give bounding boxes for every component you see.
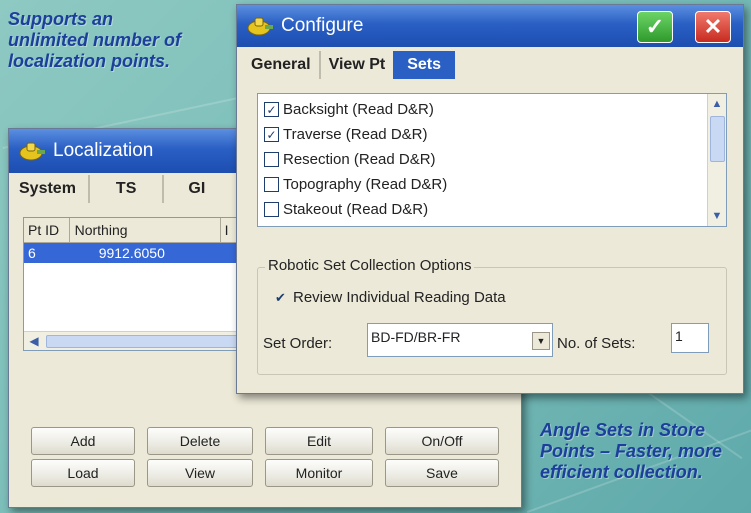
set-item-label: Resection (Read D&R) (283, 151, 436, 168)
save-button[interactable]: Save (385, 459, 499, 487)
load-button[interactable]: Load (31, 459, 135, 487)
sets-checklist[interactable]: ✓ Backsight (Read D&R) ✓ Traverse (Read … (257, 93, 727, 227)
checkbox-checked[interactable]: ✓ (264, 127, 279, 142)
localization-points-table[interactable]: Pt ID Northing I 6 9912.6050 ◀ (23, 217, 245, 351)
scroll-down-icon[interactable]: ▼ (709, 208, 725, 224)
set-item-topography[interactable]: Topography (Read D&R) (258, 172, 726, 197)
surveyor-app-icon (19, 142, 45, 161)
checkbox-unchecked[interactable] (264, 202, 279, 217)
surveyor-app-icon (247, 17, 273, 36)
tab-sets[interactable]: Sets (393, 51, 456, 79)
set-item-traverse[interactable]: ✓ Traverse (Read D&R) (258, 122, 726, 147)
caption-localization: Supports an unlimited number of localiza… (8, 9, 181, 72)
tab-gnss[interactable]: GI (164, 175, 213, 203)
scroll-left-icon[interactable]: ◀ (26, 333, 42, 349)
cell-northing: 9912.6050 (98, 245, 165, 261)
configure-tabs: General View Pt Sets (237, 49, 743, 79)
ok-button[interactable]: ✓ (637, 11, 673, 43)
horizontal-scrollbar[interactable]: ◀ (24, 331, 244, 350)
caption-line: Points – Faster, more (540, 441, 723, 461)
caption-line: Angle Sets in Store (540, 420, 706, 440)
window-title: Localization (53, 140, 154, 161)
checkbox-checked[interactable]: ✓ (264, 102, 279, 117)
column-header-pt-id[interactable]: Pt ID (24, 218, 70, 242)
set-item-stakeout[interactable]: Stakeout (Read D&R) (258, 197, 726, 222)
scroll-thumb[interactable] (46, 335, 238, 348)
checkbox-unchecked[interactable] (264, 152, 279, 167)
add-button[interactable]: Add (31, 427, 135, 455)
set-item-label: Topography (Read D&R) (283, 176, 448, 193)
configure-window: Configure ✓ ✕ General View Pt Sets ✓ Bac… (236, 4, 744, 394)
set-item-label: Backsight (Read D&R) (283, 101, 434, 118)
on-off-button[interactable]: On/Off (385, 427, 499, 455)
num-sets-label: No. of Sets: (557, 335, 636, 352)
checkbox-checked[interactable]: ✔ (275, 290, 293, 306)
close-button[interactable]: ✕ (695, 11, 731, 43)
close-icon: ✕ (703, 14, 723, 39)
caption-line: efficient collection. (540, 462, 703, 482)
vertical-scrollbar[interactable]: ▲ ▼ (707, 94, 726, 226)
set-order-select[interactable]: BD-FD/BR-FR ▼ (367, 323, 553, 357)
caption-line: localization points. (8, 51, 171, 71)
cell-pt-id: 6 (28, 245, 36, 261)
num-sets-input[interactable]: 1 (671, 323, 709, 353)
view-button[interactable]: View (147, 459, 253, 487)
robotic-options-group (257, 267, 727, 375)
set-order-label: Set Order: (263, 335, 333, 352)
tab-view-pt[interactable]: View Pt (321, 51, 394, 79)
window-title: Configure (281, 15, 364, 36)
edit-button[interactable]: Edit (265, 427, 373, 455)
scroll-thumb[interactable] (710, 116, 725, 162)
review-readings-option[interactable]: ✔ Review Individual Reading Data (275, 289, 506, 306)
column-header-northing[interactable]: Northing (70, 218, 221, 242)
set-item-resection[interactable]: Resection (Read D&R) (258, 147, 726, 172)
delete-button[interactable]: Delete (147, 427, 253, 455)
caption-line: unlimited number of (8, 30, 181, 50)
set-item-backsight[interactable]: ✓ Backsight (Read D&R) (258, 97, 726, 122)
tab-ts[interactable]: TS (90, 175, 165, 203)
set-item-label: Traverse (Read D&R) (283, 126, 428, 143)
num-sets-value: 1 (675, 328, 683, 344)
set-item-label: Stakeout (Read D&R) (283, 201, 429, 218)
tab-general[interactable]: General (237, 51, 321, 79)
caption-angle-sets: Angle Sets in Store Points – Faster, mor… (540, 420, 722, 483)
caption-line: Supports an (8, 9, 114, 29)
table-row[interactable]: 6 9912.6050 (24, 243, 244, 263)
chevron-down-icon[interactable]: ▼ (532, 332, 550, 350)
set-order-value: BD-FD/BR-FR (371, 329, 461, 345)
tab-system[interactable]: System (9, 175, 90, 203)
review-readings-label: Review Individual Reading Data (293, 289, 506, 306)
scroll-up-icon[interactable]: ▲ (709, 96, 725, 112)
robotic-options-label: Robotic Set Collection Options (265, 257, 475, 274)
table-header: Pt ID Northing I (24, 218, 244, 243)
check-icon: ✓ (645, 14, 665, 39)
configure-titlebar: Configure ✓ ✕ (237, 5, 743, 47)
monitor-button[interactable]: Monitor (265, 459, 373, 487)
checkbox-unchecked[interactable] (264, 177, 279, 192)
